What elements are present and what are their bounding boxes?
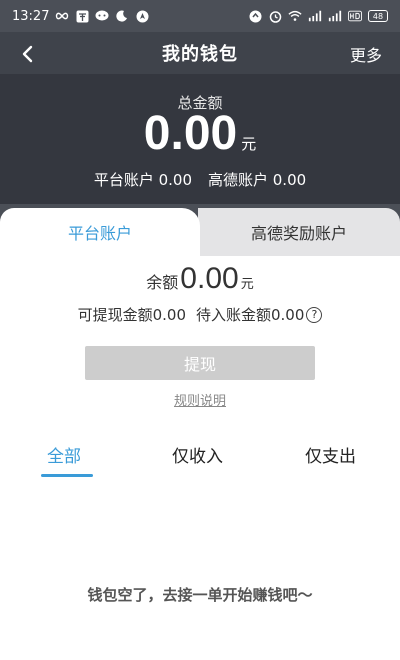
status-bar: 13:27 48: [0, 0, 400, 32]
wifi-icon: [288, 9, 302, 23]
status-time: 13:27: [12, 8, 50, 24]
page-title: 我的钱包: [162, 44, 238, 65]
platform-account-balance: 平台账户 0.00: [93, 171, 192, 189]
total-amount-unit: 元: [241, 135, 257, 153]
chat-bubble-icon: [95, 9, 109, 23]
back-arrow-icon[interactable]: [14, 40, 42, 68]
tab-income-only[interactable]: 仅收入: [172, 442, 223, 467]
navigation-bar: 我的钱包 更多: [0, 32, 400, 74]
balance-label: 余额: [146, 273, 179, 292]
signal-icon-2: [328, 9, 342, 23]
sub-account-balances: 平台账户 0.00 高德账户 0.00: [0, 169, 400, 190]
infinity-icon: [55, 9, 69, 23]
more-button[interactable]: 更多: [350, 42, 382, 66]
balance-details: 可提现金额0.00 待入账金额0.00 ?: [0, 304, 400, 325]
total-amount: 0.00 元: [0, 106, 400, 161]
active-tab-indicator: [41, 474, 93, 477]
pending-amount: 待入账金额0.00: [196, 306, 305, 324]
account-tabs: 高德奖励账户 平台账户: [0, 208, 400, 256]
help-icon[interactable]: ?: [306, 306, 323, 323]
navigation-app-icon: [135, 9, 149, 23]
empty-state-message: 钱包空了，去接一单开始赚钱吧～: [87, 586, 313, 604]
battery-icon: 48: [368, 10, 388, 22]
app-icon-xu: [75, 9, 89, 23]
transaction-filter-tabs: 全部 仅收入 仅支出: [0, 438, 400, 482]
data-saver-icon: [248, 9, 262, 23]
amap-account-balance: 高德账户 0.00: [208, 171, 307, 189]
tab-amap-reward-account[interactable]: 高德奖励账户: [198, 208, 400, 256]
signal-icon-1: [308, 9, 322, 23]
withdrawable-amount: 可提现金额0.00: [77, 306, 186, 324]
alarm-icon: [268, 9, 282, 23]
balance-unit: 元: [240, 277, 254, 292]
moon-icon: [115, 9, 129, 23]
withdraw-button[interactable]: 提现: [85, 346, 315, 380]
tab-platform-account[interactable]: 平台账户: [0, 208, 200, 256]
rules-link[interactable]: 规则说明: [0, 390, 400, 409]
hd-icon: [348, 9, 362, 23]
total-amount-value: 0.00: [143, 107, 238, 160]
balance-value: 0.00: [180, 262, 239, 295]
balance: 余额 0.00 元: [0, 262, 400, 296]
pending-amount-group: 待入账金额0.00 ?: [196, 304, 323, 325]
wallet-summary: 总金额 0.00 元 平台账户 0.00 高德账户 0.00: [0, 74, 400, 204]
tab-expense-only[interactable]: 仅支出: [305, 442, 356, 467]
tab-all[interactable]: 全部: [47, 442, 81, 467]
